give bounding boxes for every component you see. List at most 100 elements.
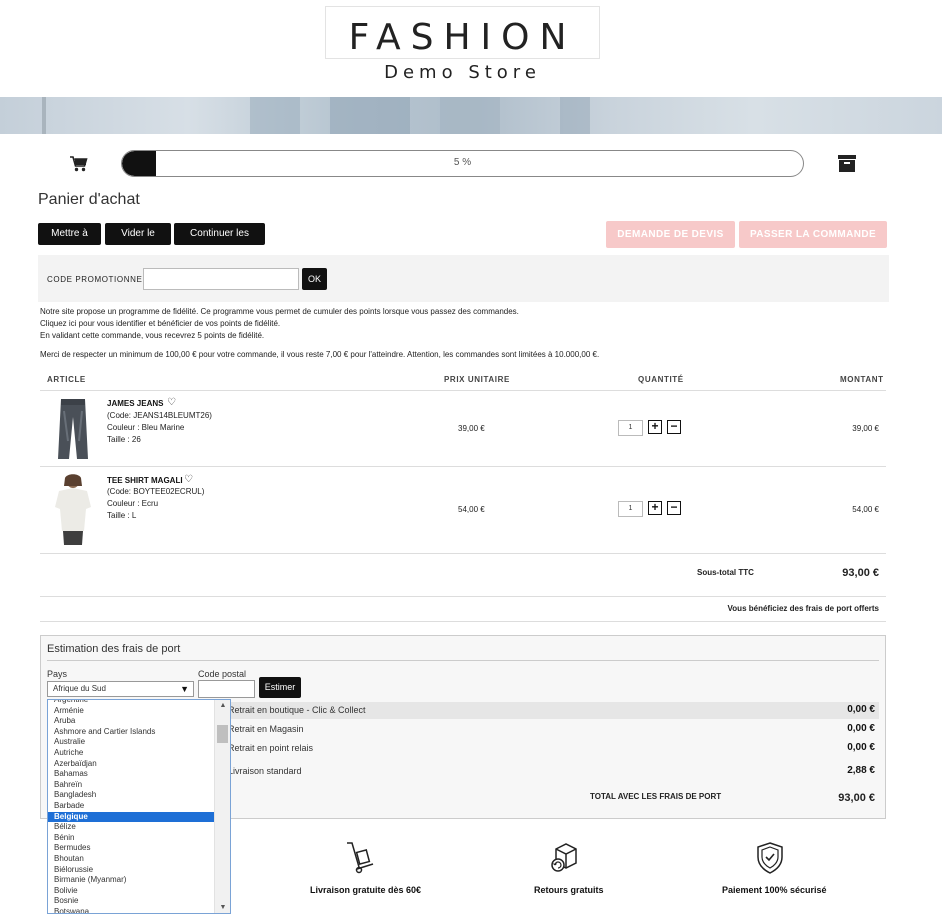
- product-image-jeans[interactable]: [45, 397, 101, 460]
- shipping-option[interactable]: Retrait en boutique - Clic & Collect 0,0…: [214, 702, 879, 719]
- postal-code-input[interactable]: [198, 680, 255, 698]
- country-option[interactable]: Bolivie: [48, 886, 214, 897]
- divider: [40, 390, 886, 391]
- plus-icon[interactable]: +: [648, 501, 662, 515]
- shipping-option[interactable]: Livraison standard 2,88 €: [214, 763, 879, 780]
- subtotal-label: Sous-total TTC: [697, 568, 754, 577]
- request-quote-button[interactable]: DEMANDE DE DEVIS: [606, 221, 735, 248]
- logo-sub-text: Demo Store: [384, 62, 541, 83]
- country-option[interactable]: Bermudes: [48, 843, 214, 854]
- cart-icon: [70, 156, 88, 172]
- archive-icon: [838, 155, 856, 172]
- login-link-line[interactable]: Cliquez ici pour vous identifier et béné…: [40, 319, 280, 328]
- scrollbar-thumb[interactable]: [217, 725, 228, 743]
- scroll-down-icon[interactable]: ▼: [215, 904, 230, 911]
- country-option[interactable]: Aruba: [48, 716, 214, 727]
- quantity-input[interactable]: 1: [618, 420, 643, 436]
- country-label: Pays: [47, 669, 68, 679]
- country-option[interactable]: Birmanie (Myanmar): [48, 875, 214, 886]
- divider: [40, 596, 886, 597]
- shipping-option-name: Retrait en Magasin: [228, 724, 304, 734]
- free-delivery-label: Livraison gratuite dès 60€: [310, 885, 422, 895]
- country-option[interactable]: Bahreïn: [48, 780, 214, 791]
- country-option[interactable]: Botswana: [48, 907, 214, 913]
- shipping-option-price: 0,00 €: [847, 742, 875, 753]
- shipping-option-name: Livraison standard: [228, 766, 302, 776]
- total-with-shipping-label: TOTAL AVEC LES FRAIS DE PORT: [590, 792, 722, 801]
- country-option[interactable]: Autriche: [48, 748, 214, 759]
- country-option[interactable]: Ashmore and Cartier Islands: [48, 727, 214, 738]
- product-color: Couleur : Bleu Marine: [107, 423, 185, 432]
- product-name[interactable]: TEE SHIRT MAGALI: [107, 476, 183, 485]
- promo-ok-button[interactable]: OK: [302, 268, 327, 290]
- shipping-option[interactable]: Retrait en Magasin 0,00 €: [214, 721, 879, 738]
- product-code: (Code: BOYTEE02ECRUL): [107, 487, 205, 496]
- country-option[interactable]: Biélorussie: [48, 865, 214, 876]
- product-details: (Code: BOYTEE02ECRUL) Couleur : Ecru Tai…: [107, 486, 204, 522]
- col-header-article: ARTICLE: [47, 375, 86, 384]
- product-name[interactable]: JAMES JEANS: [107, 399, 163, 408]
- product-code: (Code: JEANS14BLEUMT26): [107, 411, 212, 420]
- product-image-tshirt[interactable]: [45, 473, 101, 548]
- col-header-amount: MONTANT: [840, 375, 884, 384]
- empty-cart-button[interactable]: Vider le panier: [105, 223, 171, 261]
- total-with-shipping-value: 93,00 €: [838, 792, 875, 804]
- country-option[interactable]: Azerbaïdjan: [48, 759, 214, 770]
- country-option[interactable]: Arménie: [48, 706, 214, 717]
- shipping-option-name: Retrait en point relais: [228, 743, 314, 753]
- country-option[interactable]: Barbade: [48, 801, 214, 812]
- country-select-value: Afrique du Sud: [53, 684, 106, 693]
- promo-code-input[interactable]: [143, 268, 299, 290]
- divider: [40, 466, 886, 467]
- returns-box-icon: [551, 843, 577, 872]
- country-option[interactable]: Bahamas: [48, 769, 214, 780]
- shipping-option-price: 0,00 €: [847, 704, 875, 715]
- divider: [40, 621, 886, 622]
- country-option[interactable]: Australie: [48, 737, 214, 748]
- country-option[interactable]: Belgique: [48, 811, 214, 823]
- free-returns-label: Retours gratuits: [534, 885, 604, 895]
- unit-price: 39,00 €: [458, 424, 485, 433]
- shipping-option-name: Retrait en boutique - Clic & Collect: [228, 705, 366, 715]
- scroll-up-icon[interactable]: ▲: [215, 702, 230, 709]
- country-option[interactable]: Argentine: [48, 700, 214, 706]
- update-cart-button[interactable]: Mettre à jour: [38, 223, 101, 261]
- continue-shopping-button[interactable]: Continuer les achats: [174, 223, 265, 261]
- country-option[interactable]: Bosnie: [48, 896, 214, 907]
- line-amount: 39,00 €: [852, 424, 879, 433]
- progress-label: 5 %: [453, 157, 472, 168]
- checkout-button[interactable]: PASSER LA COMMANDE: [739, 221, 887, 248]
- divider: [40, 553, 886, 554]
- free-shipping-notice: Vous bénéficiez des frais de port offert…: [727, 604, 879, 613]
- logo-main-text: FASHION: [348, 17, 577, 58]
- divider: [47, 660, 879, 661]
- heart-icon[interactable]: ♡: [167, 397, 176, 408]
- country-select[interactable]: Afrique du Sud ▼: [47, 681, 194, 697]
- col-header-unit-price: PRIX UNITAIRE: [444, 375, 510, 384]
- shipping-estimate-title: Estimation des frais de port: [47, 643, 181, 655]
- plus-icon[interactable]: +: [648, 420, 662, 434]
- shield-check-icon: [757, 842, 783, 874]
- dropdown-scrollbar[interactable]: ▲ ▼: [214, 700, 230, 913]
- country-option[interactable]: Bélize: [48, 822, 214, 833]
- loyalty-info-line: Notre site propose un programme de fidél…: [40, 307, 519, 316]
- minus-icon[interactable]: −: [667, 501, 681, 515]
- minimum-order-notice: Merci de respecter un minimum de 100,00 …: [40, 350, 600, 359]
- minus-icon[interactable]: −: [667, 420, 681, 434]
- heart-icon[interactable]: ♡: [184, 474, 193, 485]
- promo-code-panel: CODE PROMOTIONNEL : OK: [38, 255, 889, 302]
- quantity-input[interactable]: 1: [618, 501, 643, 517]
- product-details: (Code: JEANS14BLEUMT26) Couleur : Bleu M…: [107, 410, 212, 446]
- country-option[interactable]: Bhoutan: [48, 854, 214, 865]
- country-dropdown-list[interactable]: Argentine Arménie Aruba Ashmore and Cartier…: [47, 699, 231, 914]
- unit-price: 54,00 €: [458, 505, 485, 514]
- country-option[interactable]: Bénin: [48, 833, 214, 844]
- store-logo[interactable]: FASHION: [325, 6, 600, 59]
- postal-code-label: Code postal: [198, 669, 247, 679]
- line-amount: 54,00 €: [852, 505, 879, 514]
- header-banner: [0, 97, 942, 134]
- country-option[interactable]: Bangladesh: [48, 790, 214, 801]
- estimate-button[interactable]: Estimer: [259, 677, 301, 698]
- shipping-option[interactable]: Retrait en point relais 0,00 €: [214, 740, 879, 757]
- product-size: Taille : 26: [107, 435, 141, 444]
